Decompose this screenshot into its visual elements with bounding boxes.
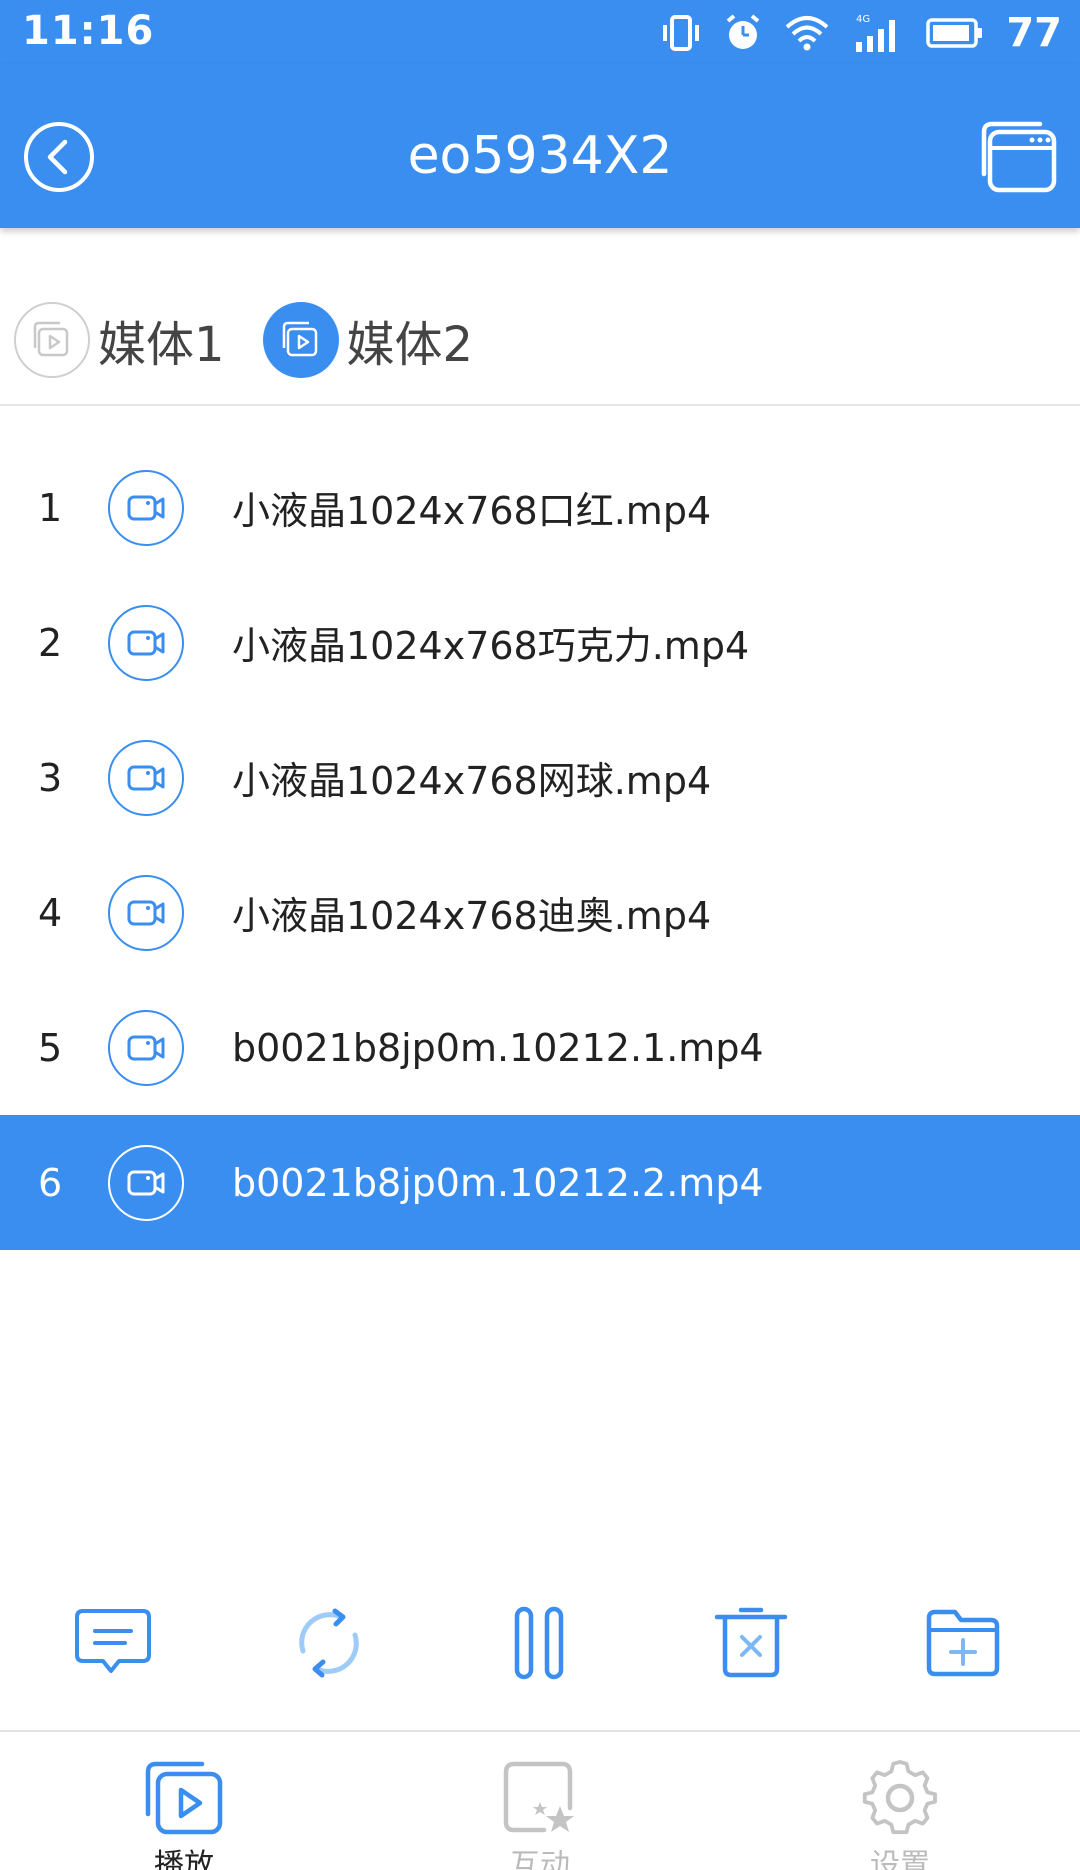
delete-icon <box>714 1607 788 1678</box>
video-icon <box>108 1144 184 1221</box>
status-bar: 11:16 4G 77 <box>0 0 1080 64</box>
pause-button[interactable] <box>494 1598 584 1688</box>
file-name: 小液晶1024x768口红.mp4 <box>232 489 712 533</box>
file-index: 2 <box>38 620 63 665</box>
tab-media-2-label: 媒体2 <box>346 317 474 373</box>
status-icons: 4G 77 <box>660 8 1062 58</box>
file-row-3[interactable]: 3 小液晶1024x768网球.mp4 <box>0 710 1080 845</box>
interact-icon <box>503 1761 574 1833</box>
file-index: 6 <box>38 1160 63 1205</box>
video-icon <box>108 604 184 681</box>
message-button[interactable] <box>68 1598 158 1688</box>
file-name: 小液晶1024x768巧克力.mp4 <box>232 624 750 668</box>
network-type: 4G <box>856 14 870 25</box>
loop-icon <box>299 1608 359 1678</box>
signal-icon: 4G <box>852 12 904 54</box>
wifi-icon <box>784 13 830 53</box>
pause-icon <box>514 1606 564 1680</box>
settings-icon <box>862 1760 937 1835</box>
file-row-6-selected[interactable]: 6 b0021b8jp0m.10212.2.mp4 <box>0 1115 1080 1250</box>
status-time: 11:16 <box>22 8 155 54</box>
file-row-5[interactable]: 5 b0021b8jp0m.10212.1.mp4 <box>0 980 1080 1115</box>
play-icon <box>145 1761 223 1835</box>
video-icon <box>108 739 184 816</box>
nav-interact[interactable]: 互动 <box>470 1760 610 1870</box>
nav-settings-label: 设置 <box>870 1848 930 1870</box>
video-icon <box>108 1009 184 1086</box>
nav-interact-label: 互动 <box>510 1848 570 1870</box>
divider <box>0 404 1080 406</box>
nav-settings[interactable]: 设置 <box>830 1760 970 1870</box>
alarm-icon <box>724 13 762 53</box>
nav-play[interactable]: 播放 <box>114 1760 254 1870</box>
add-folder-icon <box>926 1609 1000 1677</box>
file-row-2[interactable]: 2 小液晶1024x768巧克力.mp4 <box>0 575 1080 710</box>
battery-percentage: 77 <box>1006 10 1062 56</box>
tab-media-2[interactable]: 媒体2 <box>262 302 474 378</box>
video-icon <box>108 874 184 951</box>
file-list: 1 小液晶1024x768口红.mp4 2 小液晶1024x768巧克力.mp4… <box>0 440 1080 1250</box>
file-name: b0021b8jp0m.10212.1.mp4 <box>232 1025 764 1070</box>
media-tabs: 媒体1 媒体2 <box>0 290 497 390</box>
video-icon <box>108 469 184 546</box>
vibrate-icon <box>660 13 702 53</box>
file-index: 5 <box>38 1025 63 1070</box>
app-bar: eo5934X2 <box>0 64 1080 228</box>
tab-media-1[interactable]: 媒体1 <box>14 302 225 378</box>
window-icon <box>981 121 1057 193</box>
add-folder-button[interactable] <box>918 1598 1008 1688</box>
media-icon <box>14 302 90 378</box>
page-title: eo5934X2 <box>407 126 673 186</box>
window-button[interactable] <box>980 118 1058 196</box>
battery-icon <box>926 17 984 49</box>
file-row-1[interactable]: 1 小液晶1024x768口红.mp4 <box>0 440 1080 575</box>
file-index: 1 <box>38 485 63 530</box>
file-row-4[interactable]: 4 小液晶1024x768迪奥.mp4 <box>0 845 1080 980</box>
file-index: 3 <box>38 755 63 800</box>
tab-media-1-label: 媒体1 <box>98 317 225 373</box>
file-name: 小液晶1024x768网球.mp4 <box>232 759 712 803</box>
message-icon <box>75 1609 151 1673</box>
loop-button[interactable] <box>284 1598 374 1688</box>
delete-button[interactable] <box>706 1598 796 1688</box>
playback-toolbar <box>0 1598 1080 1688</box>
file-index: 4 <box>38 890 63 935</box>
media-icon <box>262 302 339 378</box>
bottom-nav: 播放 互动 设置 <box>0 1732 1080 1870</box>
nav-play-label: 播放 <box>154 1848 214 1870</box>
file-name: b0021b8jp0m.10212.2.mp4 <box>232 1160 764 1205</box>
file-name: 小液晶1024x768迪奥.mp4 <box>232 894 712 938</box>
